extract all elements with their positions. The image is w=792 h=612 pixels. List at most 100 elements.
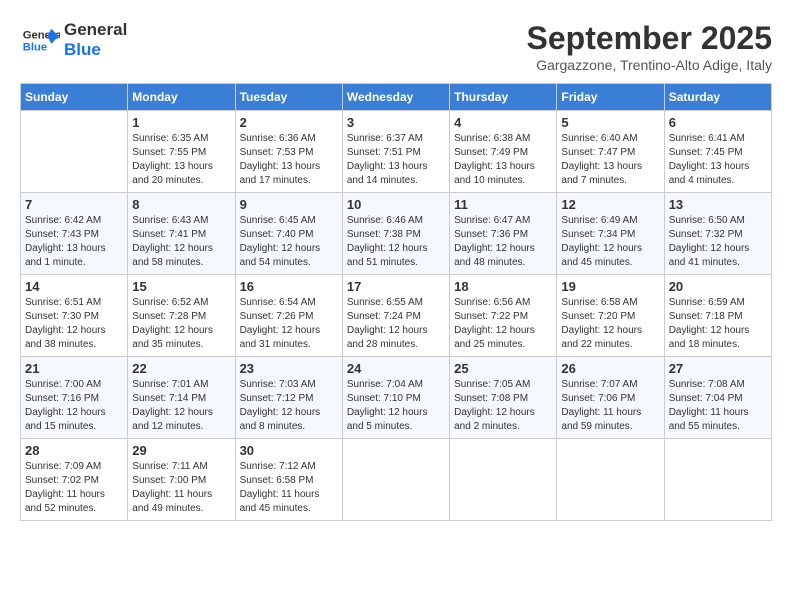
weekday-header-friday: Friday [557, 84, 664, 111]
calendar-cell [450, 439, 557, 521]
day-info: Sunrise: 6:54 AM Sunset: 7:26 PM Dayligh… [240, 296, 338, 352]
calendar-cell: 6Sunrise: 6:41 AM Sunset: 7:45 PM Daylig… [664, 111, 771, 193]
weekday-header-monday: Monday [128, 84, 235, 111]
calendar-week-row: 7 Sunrise: 6:42 AM Sunset: 7:43 PM Daylig… [21, 193, 772, 275]
day-info: Sunrise: 6:51 AM Sunset: 7:30 PM Dayligh… [25, 296, 123, 352]
weekday-header-row: SundayMondayTuesdayWednesdayThursdayFrid… [21, 84, 772, 111]
day-info: Sunrise: 6:36 AM Sunset: 7:53 PM Dayligh… [240, 132, 338, 188]
calendar-cell: 22Sunrise: 7:01 AM Sunset: 7:14 PM Dayli… [128, 357, 235, 439]
title-block: September 2025 Gargazzone, Trentino-Alto… [527, 20, 772, 73]
day-info: Sunrise: 6:43 AM Sunset: 7:41 PM Dayligh… [132, 214, 230, 270]
calendar-cell: 12 Sunrise: 6:49 AM Sunset: 7:34 PM Dayli… [557, 193, 664, 275]
day-number: 2 [240, 115, 338, 130]
calendar-cell: 21 Sunrise: 7:00 AM Sunset: 7:16 PM Dayli… [21, 357, 128, 439]
day-info: Sunrise: 7:07 AM Sunset: 7:06 PM Dayligh… [561, 378, 659, 434]
day-number: 16 [240, 279, 338, 294]
day-number: 12 [561, 197, 659, 212]
day-info: Sunrise: 6:56 AM Sunset: 7:22 PM Dayligh… [454, 296, 552, 352]
day-info: Sunrise: 7:01 AM Sunset: 7:14 PM Dayligh… [132, 378, 230, 434]
calendar-cell: 11 Sunrise: 6:47 AM Sunset: 7:36 PM Dayli… [450, 193, 557, 275]
day-info: Sunrise: 7:09 AM Sunset: 7:02 PM Dayligh… [25, 460, 123, 516]
calendar-cell: 9 Sunrise: 6:45 AM Sunset: 7:40 PM Daylig… [235, 193, 342, 275]
calendar-week-row: 21 Sunrise: 7:00 AM Sunset: 7:16 PM Dayli… [21, 357, 772, 439]
calendar-cell: 13 Sunrise: 6:50 AM Sunset: 7:32 PM Dayli… [664, 193, 771, 275]
day-info: Sunrise: 6:47 AM Sunset: 7:36 PM Dayligh… [454, 214, 552, 270]
calendar-cell: 15 Sunrise: 6:52 AM Sunset: 7:28 PM Dayli… [128, 275, 235, 357]
calendar-cell [664, 439, 771, 521]
day-number: 26 [561, 361, 659, 376]
day-number: 28 [25, 443, 123, 458]
day-info: Sunrise: 6:40 AM Sunset: 7:47 PM Dayligh… [561, 132, 659, 188]
day-number: 5 [561, 115, 659, 130]
day-info: Sunrise: 7:05 AM Sunset: 7:08 PM Dayligh… [454, 378, 552, 434]
day-number: 11 [454, 197, 552, 212]
calendar-table: SundayMondayTuesdayWednesdayThursdayFrid… [20, 83, 772, 521]
day-number: 8 [132, 197, 230, 212]
day-info: Sunrise: 6:46 AM Sunset: 7:38 PM Dayligh… [347, 214, 445, 270]
calendar-cell: 29 Sunrise: 7:11 AM Sunset: 7:00 PM Dayli… [128, 439, 235, 521]
day-info: Sunrise: 6:45 AM Sunset: 7:40 PM Dayligh… [240, 214, 338, 270]
calendar-cell: 16 Sunrise: 6:54 AM Sunset: 7:26 PM Dayli… [235, 275, 342, 357]
location-subtitle: Gargazzone, Trentino-Alto Adige, Italy [527, 57, 772, 73]
day-info: Sunrise: 6:52 AM Sunset: 7:28 PM Dayligh… [132, 296, 230, 352]
calendar-cell: 25Sunrise: 7:05 AM Sunset: 7:08 PM Dayli… [450, 357, 557, 439]
calendar-cell [557, 439, 664, 521]
day-number: 10 [347, 197, 445, 212]
day-info: Sunrise: 7:04 AM Sunset: 7:10 PM Dayligh… [347, 378, 445, 434]
day-info: Sunrise: 6:55 AM Sunset: 7:24 PM Dayligh… [347, 296, 445, 352]
day-info: Sunrise: 6:59 AM Sunset: 7:18 PM Dayligh… [669, 296, 767, 352]
day-number: 4 [454, 115, 552, 130]
month-title: September 2025 [527, 20, 772, 57]
calendar-cell: 5 Sunrise: 6:40 AM Sunset: 7:47 PM Daylig… [557, 111, 664, 193]
day-number: 21 [25, 361, 123, 376]
day-info: Sunrise: 7:08 AM Sunset: 7:04 PM Dayligh… [669, 378, 767, 434]
calendar-cell [21, 111, 128, 193]
day-number: 3 [347, 115, 445, 130]
calendar-cell: 28 Sunrise: 7:09 AM Sunset: 7:02 PM Dayli… [21, 439, 128, 521]
day-info: Sunrise: 6:49 AM Sunset: 7:34 PM Dayligh… [561, 214, 659, 270]
weekday-header-sunday: Sunday [21, 84, 128, 111]
calendar-cell: 14Sunrise: 6:51 AM Sunset: 7:30 PM Dayli… [21, 275, 128, 357]
svg-text:Blue: Blue [23, 42, 47, 54]
calendar-cell: 18 Sunrise: 6:56 AM Sunset: 7:22 PM Dayli… [450, 275, 557, 357]
calendar-week-row: 14Sunrise: 6:51 AM Sunset: 7:30 PM Dayli… [21, 275, 772, 357]
day-number: 23 [240, 361, 338, 376]
weekday-header-thursday: Thursday [450, 84, 557, 111]
day-number: 19 [561, 279, 659, 294]
day-info: Sunrise: 7:11 AM Sunset: 7:00 PM Dayligh… [132, 460, 230, 516]
calendar-cell: 24 Sunrise: 7:04 AM Sunset: 7:10 PM Dayli… [342, 357, 449, 439]
day-number: 18 [454, 279, 552, 294]
calendar-cell: 10 Sunrise: 6:46 AM Sunset: 7:38 PM Dayli… [342, 193, 449, 275]
calendar-cell: 7 Sunrise: 6:42 AM Sunset: 7:43 PM Daylig… [21, 193, 128, 275]
day-info: Sunrise: 6:42 AM Sunset: 7:43 PM Dayligh… [25, 214, 123, 270]
day-number: 13 [669, 197, 767, 212]
day-info: Sunrise: 6:50 AM Sunset: 7:32 PM Dayligh… [669, 214, 767, 270]
day-number: 24 [347, 361, 445, 376]
day-info: Sunrise: 7:12 AM Sunset: 6:58 PM Dayligh… [240, 460, 338, 516]
day-number: 30 [240, 443, 338, 458]
day-number: 9 [240, 197, 338, 212]
day-number: 17 [347, 279, 445, 294]
day-number: 15 [132, 279, 230, 294]
calendar-cell: 4 Sunrise: 6:38 AM Sunset: 7:49 PM Daylig… [450, 111, 557, 193]
logo: General Blue General Blue [20, 20, 127, 60]
day-info: Sunrise: 6:38 AM Sunset: 7:49 PM Dayligh… [454, 132, 552, 188]
calendar-cell: 1 Sunrise: 6:35 AM Sunset: 7:55 PM Daylig… [128, 111, 235, 193]
day-number: 27 [669, 361, 767, 376]
weekday-header-tuesday: Tuesday [235, 84, 342, 111]
calendar-cell: 17 Sunrise: 6:55 AM Sunset: 7:24 PM Dayli… [342, 275, 449, 357]
day-number: 29 [132, 443, 230, 458]
calendar-cell: 8 Sunrise: 6:43 AM Sunset: 7:41 PM Daylig… [128, 193, 235, 275]
day-number: 7 [25, 197, 123, 212]
calendar-cell: 2 Sunrise: 6:36 AM Sunset: 7:53 PM Daylig… [235, 111, 342, 193]
day-info: Sunrise: 6:41 AM Sunset: 7:45 PM Dayligh… [669, 132, 767, 188]
day-info: Sunrise: 7:03 AM Sunset: 7:12 PM Dayligh… [240, 378, 338, 434]
calendar-cell: 30 Sunrise: 7:12 AM Sunset: 6:58 PM Dayli… [235, 439, 342, 521]
calendar-cell: 20Sunrise: 6:59 AM Sunset: 7:18 PM Dayli… [664, 275, 771, 357]
day-number: 1 [132, 115, 230, 130]
day-info: Sunrise: 7:00 AM Sunset: 7:16 PM Dayligh… [25, 378, 123, 434]
calendar-cell: 23 Sunrise: 7:03 AM Sunset: 7:12 PM Dayli… [235, 357, 342, 439]
calendar-cell: 19Sunrise: 6:58 AM Sunset: 7:20 PM Dayli… [557, 275, 664, 357]
calendar-week-row: 28 Sunrise: 7:09 AM Sunset: 7:02 PM Dayli… [21, 439, 772, 521]
day-info: Sunrise: 6:35 AM Sunset: 7:55 PM Dayligh… [132, 132, 230, 188]
